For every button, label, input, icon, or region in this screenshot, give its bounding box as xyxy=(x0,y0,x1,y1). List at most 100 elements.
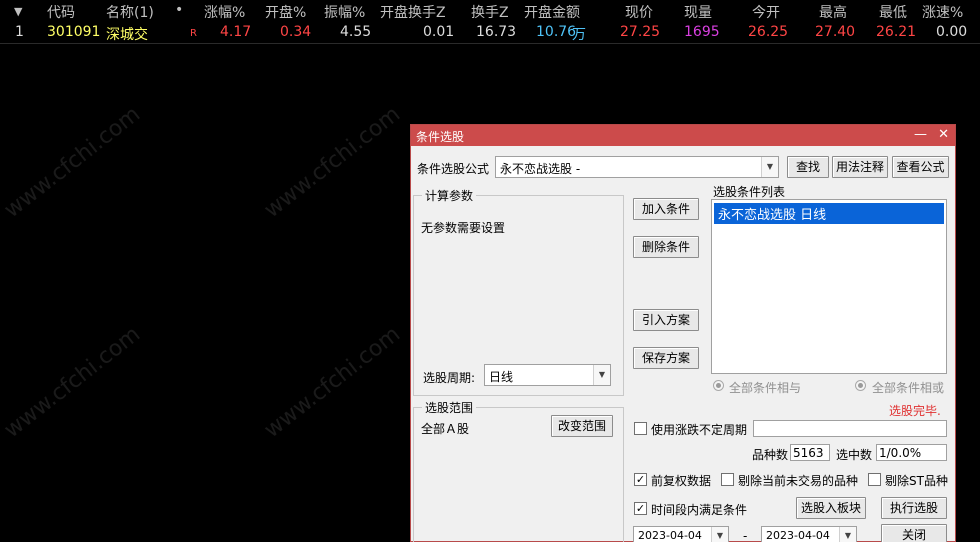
row-price: 27.25 xyxy=(620,24,661,40)
col-amplitude[interactable]: 振幅% xyxy=(324,2,365,22)
selected-box: 1/0.0% xyxy=(876,444,947,461)
range-group: 选股范围 全部Ａ股 改变范围 xyxy=(413,399,624,542)
col-name[interactable]: 名称(1) xyxy=(106,2,154,22)
formula-label: 条件选股公式 xyxy=(417,162,490,176)
col-open-pct[interactable]: 开盘% xyxy=(265,2,306,22)
timespan-label: 时间段内满足条件 xyxy=(651,503,748,517)
timespan-checkbox[interactable]: ✓ xyxy=(634,502,647,515)
import-plan-button[interactable]: 引入方案 xyxy=(633,309,699,331)
col-high[interactable]: 最高 xyxy=(819,2,847,22)
sort-icon[interactable]: ▼ xyxy=(14,5,22,18)
row-open-turnover: 0.01 xyxy=(423,24,455,40)
date-from-value: 2023-04-04 xyxy=(638,529,702,542)
row-amplitude: 4.55 xyxy=(340,24,372,40)
row-code: 301091 xyxy=(47,24,101,40)
selected-value: 1/0.0% xyxy=(879,446,922,460)
range-value: 全部Ａ股 xyxy=(421,422,470,436)
save-plan-button[interactable]: 保存方案 xyxy=(633,347,699,369)
table-row[interactable]: 1 301091 深城交 R 4.17 0.34 4.55 0.01 16.73… xyxy=(0,22,980,44)
calc-params-group: 计算参数 无参数需要设置 选股周期: 日线 ▼ xyxy=(413,187,624,396)
watermark: www.cfchi.com xyxy=(259,321,406,444)
condition-list[interactable]: 永不恋战选股 日线 xyxy=(711,199,947,374)
row-open-amount-unit: 万 xyxy=(572,27,586,43)
row-turnover: 16.73 xyxy=(476,24,517,40)
watermark: www.cfchi.com xyxy=(259,101,406,224)
row-high: 27.40 xyxy=(815,24,856,40)
radio-and-label: 全部条件相与 xyxy=(729,381,802,395)
date-to-picker[interactable]: 2023-04-04 ▼ xyxy=(761,526,857,542)
col-code[interactable]: 代码 xyxy=(47,2,75,22)
col-open-amount[interactable]: 开盘金额 xyxy=(524,2,580,22)
to-block-button[interactable]: 选股入板块 xyxy=(796,497,866,519)
close-dialog-button[interactable]: 关闭 xyxy=(881,524,947,542)
condition-picker-dialog: 条件选股 — ✕ 条件选股公式 永不恋战选股 - ▼ 查找 用法注释 查看公式 … xyxy=(410,124,956,542)
radio-or-label: 全部条件相或 xyxy=(872,381,945,395)
row-volume: 1695 xyxy=(684,24,720,40)
row-flag: R xyxy=(190,28,197,39)
period-value: 日线 xyxy=(489,370,514,384)
row-speed: 0.00 xyxy=(936,24,968,40)
col-open-turnover[interactable]: 开盘换手Z xyxy=(380,2,446,22)
calc-params-caption: 计算参数 xyxy=(422,187,477,204)
stock-table: ▼ 代码 名称(1) • 涨幅% 开盘% 振幅% 开盘换手Z 换手Z 开盘金额 … xyxy=(0,0,980,44)
exclude-untraded-checkbox[interactable] xyxy=(721,473,734,486)
condition-list-label: 选股条件列表 xyxy=(713,185,786,199)
radio-or[interactable] xyxy=(855,380,866,391)
col-today-open[interactable]: 今开 xyxy=(752,2,780,22)
row-today-open: 26.25 xyxy=(748,24,789,40)
selected-label: 选中数 xyxy=(836,448,873,462)
run-selection-button[interactable]: 执行选股 xyxy=(881,497,947,519)
exclude-untraded-label: 剔除当前未交易的品种 xyxy=(738,474,859,488)
period-label: 选股周期: xyxy=(423,371,476,385)
row-open-amount: 10.76 xyxy=(536,24,577,40)
table-header: ▼ 代码 名称(1) • 涨幅% 开盘% 振幅% 开盘换手Z 换手Z 开盘金额 … xyxy=(0,0,980,22)
watermark: www.cfchi.com xyxy=(0,321,146,444)
row-open-pct: 0.34 xyxy=(280,24,312,40)
use-period-field[interactable] xyxy=(753,420,947,437)
use-period-label: 使用涨跌不定周期 xyxy=(651,423,748,437)
count-value: 5163 xyxy=(793,446,824,460)
watermark: www.cfchi.com xyxy=(0,101,146,224)
delete-condition-button[interactable]: 删除条件 xyxy=(633,236,699,258)
fq-label: 前复权数据 xyxy=(651,474,712,488)
formula-select[interactable]: 永不恋战选股 - ▼ xyxy=(495,156,779,178)
close-icon[interactable]: ✕ xyxy=(938,127,949,142)
col-speed[interactable]: 涨速% xyxy=(922,2,963,22)
exclude-st-label: 剔除ST品种 xyxy=(885,474,948,488)
chevron-down-icon[interactable]: ▼ xyxy=(593,365,610,385)
formula-value: 永不恋战选股 - xyxy=(500,162,581,176)
search-button[interactable]: 查找 xyxy=(787,156,829,178)
chevron-down-icon[interactable]: ▼ xyxy=(761,157,778,177)
count-box: 5163 xyxy=(790,444,830,461)
use-period-checkbox[interactable] xyxy=(634,422,647,435)
row-index: 1 xyxy=(15,24,24,40)
date-separator: - xyxy=(743,529,748,542)
row-name: 深城交 xyxy=(106,27,148,43)
fq-checkbox[interactable]: ✓ xyxy=(634,473,647,486)
dialog-title-bar[interactable]: 条件选股 — ✕ xyxy=(411,125,955,146)
chevron-down-icon[interactable]: ▼ xyxy=(839,527,856,542)
view-formula-button[interactable]: 查看公式 xyxy=(892,156,949,178)
col-dot[interactable]: • xyxy=(175,2,183,18)
col-price[interactable]: 现价 xyxy=(625,2,653,22)
col-change-pct[interactable]: 涨幅% xyxy=(204,2,245,22)
range-caption: 选股范围 xyxy=(422,399,477,416)
exclude-st-checkbox[interactable] xyxy=(868,473,881,486)
chevron-down-icon[interactable]: ▼ xyxy=(711,527,728,542)
col-turnover[interactable]: 换手Z xyxy=(471,2,509,22)
col-low[interactable]: 最低 xyxy=(879,2,907,22)
usage-button[interactable]: 用法注释 xyxy=(832,156,888,178)
row-low: 26.21 xyxy=(876,24,917,40)
minimize-icon[interactable]: — xyxy=(914,127,927,142)
radio-and[interactable] xyxy=(713,380,724,391)
row-change-pct: 4.17 xyxy=(220,24,252,40)
period-select[interactable]: 日线 ▼ xyxy=(484,364,611,386)
change-range-button[interactable]: 改变范围 xyxy=(551,415,613,437)
add-condition-button[interactable]: 加入条件 xyxy=(633,198,699,220)
date-from-picker[interactable]: 2023-04-04 ▼ xyxy=(633,526,729,542)
col-volume[interactable]: 现量 xyxy=(684,2,712,22)
list-item[interactable]: 永不恋战选股 日线 xyxy=(714,203,944,224)
date-to-value: 2023-04-04 xyxy=(766,529,830,542)
status-text: 选股完毕. xyxy=(889,404,941,418)
count-label: 品种数 xyxy=(752,448,789,462)
